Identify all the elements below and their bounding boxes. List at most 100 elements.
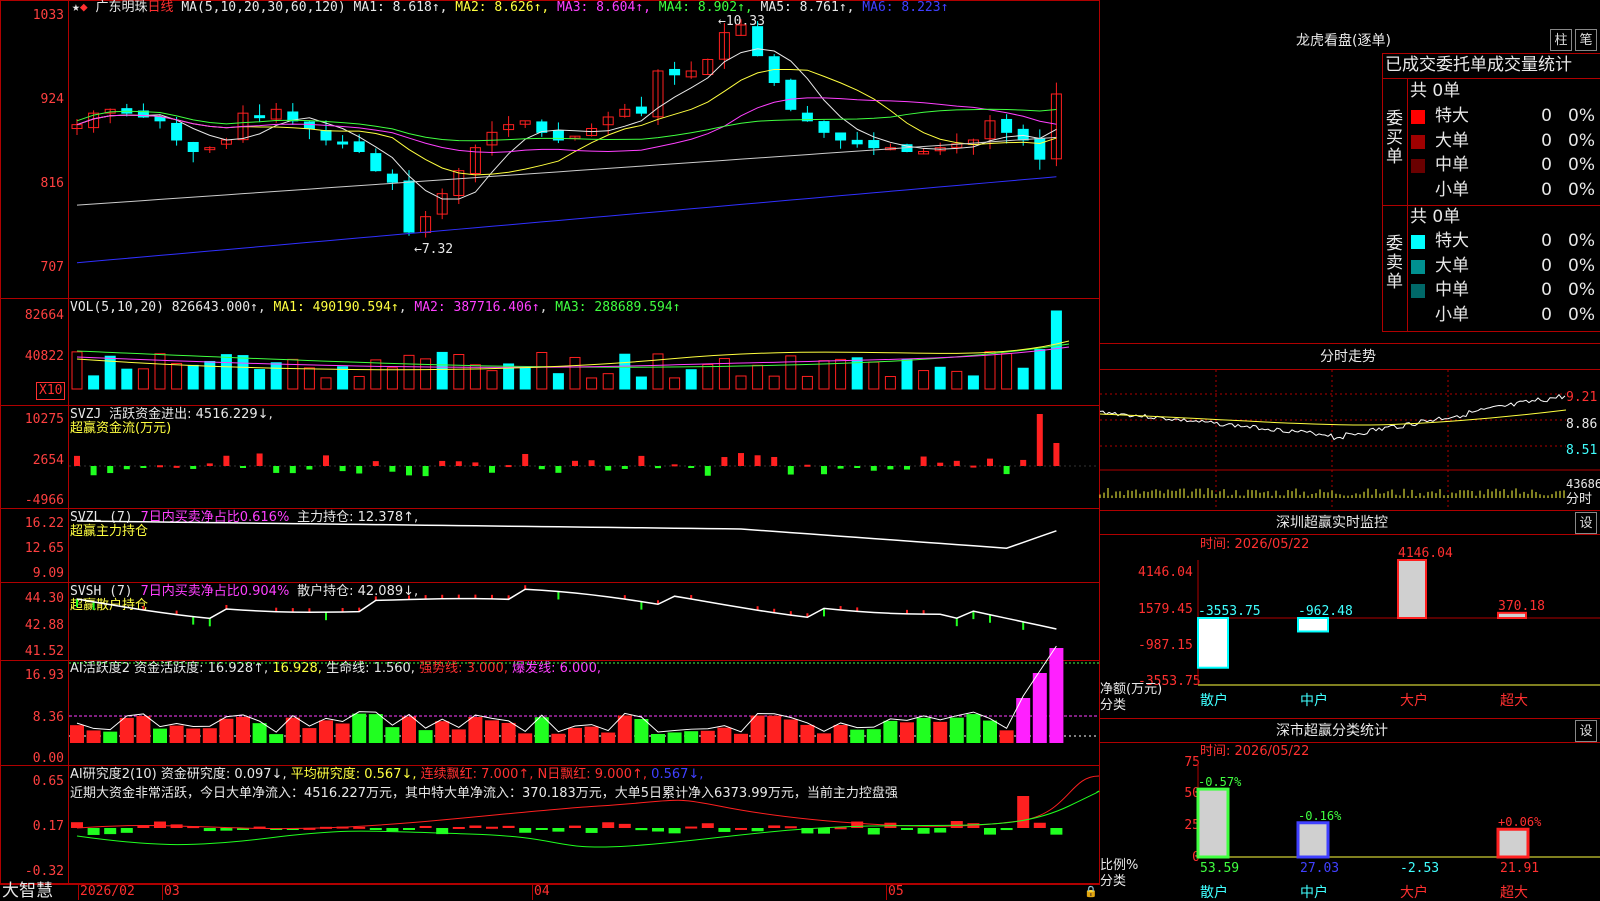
row-name: 中单 <box>1435 280 1469 300</box>
longhu-split-line <box>1382 205 1600 206</box>
flow-bar <box>605 466 612 471</box>
activity-bar <box>501 722 516 743</box>
column-view-button[interactable]: 柱 <box>1550 29 1572 51</box>
ai-research-axis-label: 0.17 <box>32 819 64 834</box>
activity-bar <box>1032 673 1047 743</box>
sz-monitor-bar <box>1397 559 1427 619</box>
sz-category-settings-button[interactable]: 设 <box>1575 720 1597 742</box>
flow-bar <box>190 466 197 469</box>
research-bar <box>867 828 880 835</box>
svsh-tick <box>1022 621 1025 630</box>
research-bar <box>203 828 216 832</box>
row-count: 0 <box>1541 106 1552 126</box>
research-bar <box>917 828 930 834</box>
row-color-swatch <box>1411 284 1425 298</box>
volume-bar <box>453 354 465 390</box>
activity-bar <box>285 717 300 743</box>
sz-category-top-line <box>1100 718 1600 719</box>
price-axis-label: 924 <box>40 92 64 107</box>
activity-bar <box>153 728 167 743</box>
volume-bar <box>735 375 747 390</box>
date-label: 2026/02 <box>80 884 135 899</box>
flow-bar <box>406 466 412 476</box>
volume-bar <box>868 361 880 390</box>
sz-monitor-category: 中户 <box>1300 692 1328 709</box>
sz-category-bar <box>1496 827 1530 859</box>
activity-bar <box>584 726 599 743</box>
activity-bar <box>202 728 217 743</box>
volume-bar <box>287 358 299 390</box>
research-bar <box>535 828 548 830</box>
volume-bar <box>934 366 946 390</box>
flow-bar <box>953 460 960 466</box>
volume-bar <box>1050 310 1062 390</box>
sz-category-chart[interactable]: -0.57% 53.59 散户 -0.16% 27.03 中户 -2.53 大户 +0.06% 2… <box>1196 760 1600 901</box>
intraday-vol-axis: 43686 <box>1566 477 1600 491</box>
research-bar <box>1033 822 1046 828</box>
row-color-swatch <box>1411 235 1425 249</box>
activity-bar <box>368 714 383 743</box>
svsh-tick <box>76 599 78 607</box>
svzj-axis-label: -4966 <box>24 493 64 508</box>
activity-bar <box>302 728 317 743</box>
intraday-chart[interactable] <box>1099 370 1600 510</box>
activity-bar <box>119 717 134 743</box>
intraday-vol-unit: 分时 <box>1566 492 1593 507</box>
volume-bar <box>984 351 996 390</box>
activity-bar <box>966 714 981 743</box>
svzl-chart[interactable] <box>69 509 1099 582</box>
research-bar <box>652 828 664 832</box>
volume-chart[interactable] <box>69 299 1099 405</box>
flow-bar <box>970 465 977 468</box>
research-bar <box>701 823 714 828</box>
volume-bar <box>967 375 979 390</box>
vol-axis-label: 82664 <box>24 308 64 323</box>
row-name: 特大 <box>1435 106 1469 126</box>
volume-bar <box>237 355 249 390</box>
sell-total: 共 0单 <box>1410 207 1461 227</box>
flow-bar <box>555 466 562 473</box>
stroke-view-button[interactable]: 笔 <box>1575 29 1597 51</box>
ai-active-axis-label: 8.36 <box>32 710 64 725</box>
flow-bar <box>439 460 446 466</box>
research-bar <box>569 825 581 828</box>
flow-bar <box>206 463 213 466</box>
research-bar <box>386 828 399 832</box>
date-tick <box>78 884 79 900</box>
activity-bar <box>86 730 101 743</box>
svsh-axis-label: 42.88 <box>24 618 64 633</box>
activity-bar <box>1049 648 1064 743</box>
row-name: 小单 <box>1435 304 1469 325</box>
ai-research-chart[interactable] <box>69 766 1100 884</box>
flow-bar <box>372 461 379 466</box>
volume-bar <box>436 351 448 390</box>
volume-bar <box>270 362 282 390</box>
sz-monitor-settings-button[interactable]: 设 <box>1575 512 1597 534</box>
svsh-tick <box>989 614 991 623</box>
lock-icon[interactable]: 🔒 <box>1084 884 1098 900</box>
sz-category-value-label: 53.59 <box>1200 861 1239 876</box>
sz-monitor-chart[interactable]: -3553.75 散户 -962.48 中户 4146.04 大户 370.18 超大 <box>1197 546 1600 720</box>
research-bar <box>120 828 133 833</box>
ai-active-chart[interactable] <box>69 645 1099 765</box>
research-bar <box>984 828 996 835</box>
svsh-chart[interactable] <box>69 583 1099 660</box>
row-color-swatch <box>1411 259 1425 274</box>
research-bar <box>403 828 415 830</box>
sz-monitor-value-label: 370.18 <box>1498 599 1545 614</box>
volume-bar <box>320 377 332 390</box>
flow-bar <box>821 466 827 475</box>
intraday-title[interactable]: 分时走势 <box>1320 349 1376 365</box>
date-label: 04 <box>534 884 550 899</box>
sz-monitor-category: 超大 <box>1500 693 1528 709</box>
research-bar <box>552 828 565 832</box>
svzj-chart[interactable] <box>69 406 1099 508</box>
candlestick-chart[interactable] <box>69 0 1099 298</box>
sz-category-bar <box>1296 821 1330 859</box>
flow-bar <box>920 456 927 466</box>
volume-bar <box>154 353 166 390</box>
flow-bar <box>987 458 993 466</box>
row-name: 小单 <box>1435 179 1469 200</box>
flow-bar <box>455 461 462 466</box>
longhu-title: 龙虎看盘(逐单) <box>1296 33 1391 49</box>
